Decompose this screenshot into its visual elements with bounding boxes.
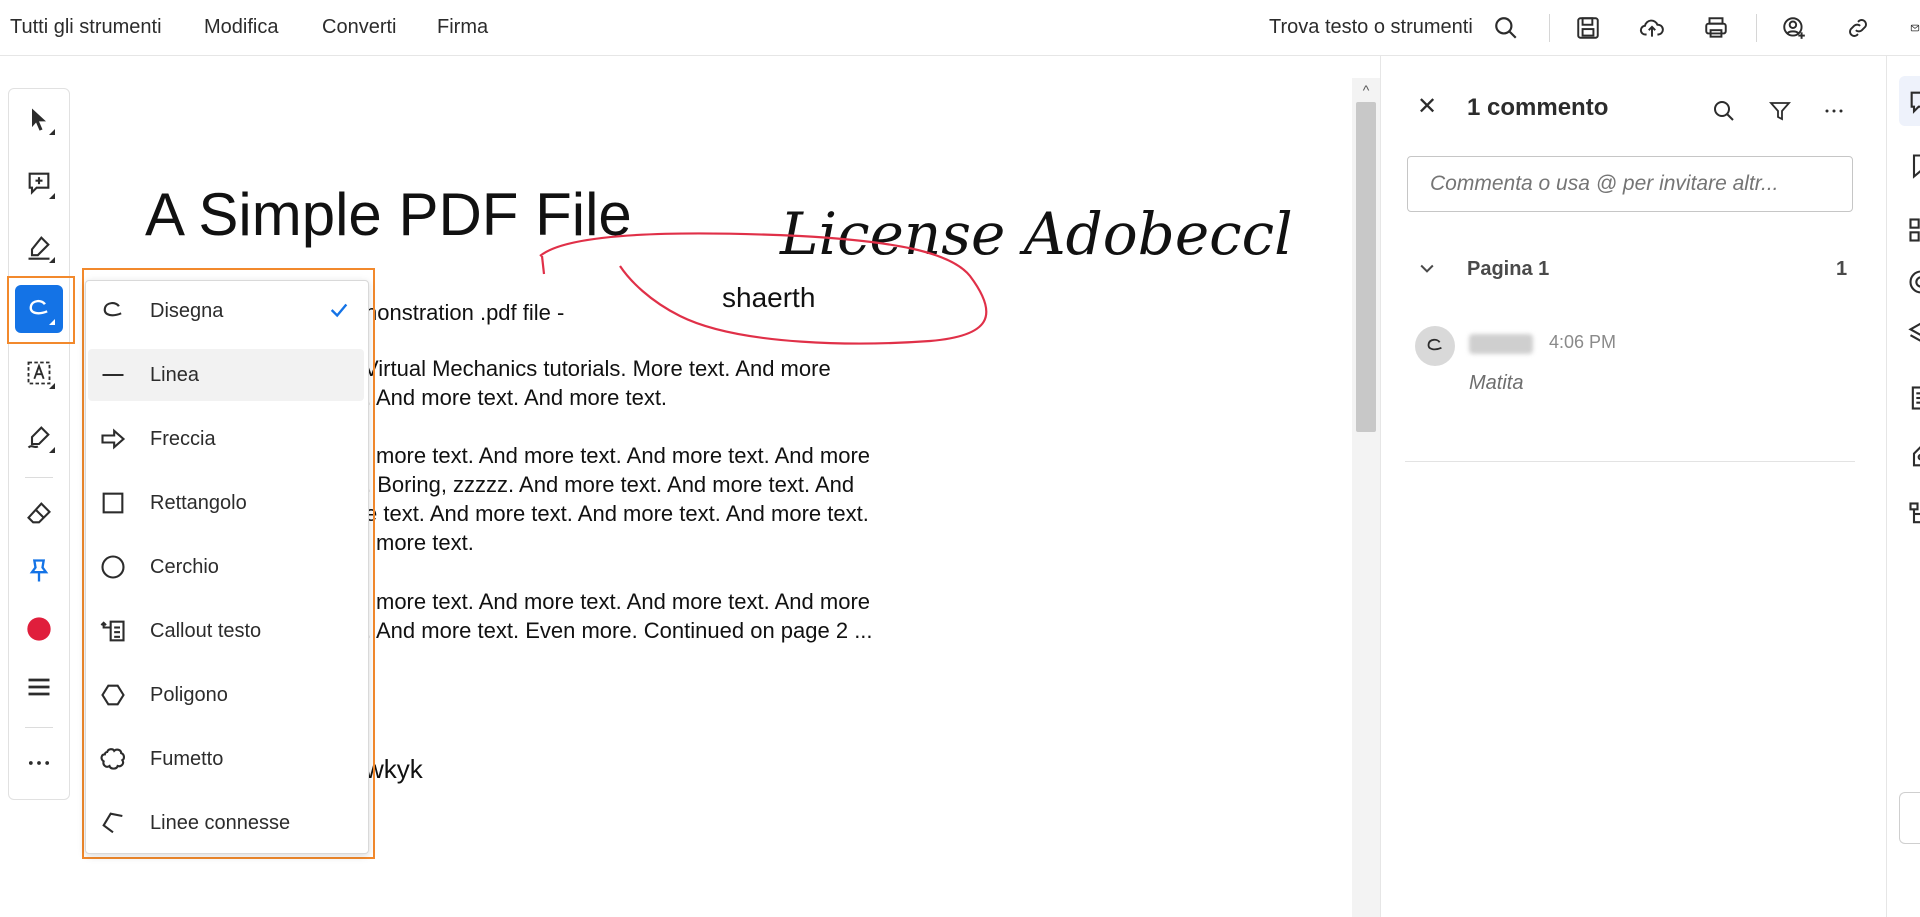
more-horizontal-icon[interactable]	[1819, 96, 1849, 126]
polyline-icon	[98, 808, 128, 838]
menu-item-circle[interactable]: Cerchio	[88, 541, 364, 593]
thumbnails-icon[interactable]	[1907, 216, 1920, 244]
line-weight-icon	[28, 678, 50, 696]
scrollbar-thumb[interactable]	[1356, 102, 1376, 432]
menu-item-rectangle[interactable]: Rettangolo	[88, 477, 364, 529]
menu-item-text-callout[interactable]: Callout testo	[88, 605, 364, 657]
toolbar-divider	[1549, 14, 1550, 42]
eraser-tool-button[interactable]	[15, 489, 63, 537]
line-weight-button[interactable]	[15, 663, 63, 711]
sign-tool-button[interactable]	[15, 413, 63, 461]
comment-timestamp: 4:06 PM	[1549, 332, 1617, 352]
document-text-line: l more text. And more text. And more tex…	[365, 589, 871, 614]
line-icon	[98, 360, 128, 390]
close-icon[interactable]: ✕	[1417, 92, 1437, 121]
freehand-draw-icon	[98, 296, 128, 326]
bookmark-icon[interactable]	[1907, 152, 1920, 180]
more-tools-button[interactable]	[15, 739, 63, 787]
text-callout-icon	[98, 616, 128, 646]
attachment-icon[interactable]	[1907, 442, 1920, 470]
select-tool-button[interactable]	[15, 95, 63, 143]
document-text-line: l more text.	[365, 530, 474, 555]
comments-panel: ✕ 1 commento Pagina 1 1 4:06 PM Matita	[1380, 56, 1886, 917]
layers-icon[interactable]	[1907, 268, 1920, 296]
menu-item-polygon[interactable]: Poligono	[88, 669, 364, 721]
polygon-icon	[98, 680, 128, 710]
tags-tree-icon[interactable]	[1907, 500, 1920, 528]
annotation-text: shaerth	[722, 282, 816, 313]
menu-sign[interactable]: Firma	[437, 16, 488, 39]
menu-all-tools[interactable]: Tutti gli strumenti	[10, 16, 162, 39]
stack-icon[interactable]	[1907, 320, 1920, 348]
save-icon[interactable]	[1572, 12, 1604, 44]
freehand-draw-icon	[1427, 338, 1442, 351]
active-tool-highlight	[7, 276, 75, 344]
right-tool-rail	[1886, 56, 1920, 917]
scroll-up-arrow-icon[interactable]: ^	[1356, 80, 1376, 100]
rectangle-icon	[98, 488, 128, 518]
checkmark-icon	[330, 303, 348, 318]
document-text-line: . And more text. And more text.	[365, 385, 668, 410]
email-icon[interactable]	[1900, 12, 1920, 44]
menu-item-cloud[interactable]: Fumetto	[88, 733, 364, 785]
document-text-line: . Boring, zzzzz. And more text. And more…	[365, 472, 855, 497]
menu-item-connected-lines[interactable]: Linee connesse	[88, 797, 364, 849]
text-box-tool-button[interactable]	[15, 349, 63, 397]
cloud-icon	[98, 744, 128, 774]
arrow-icon	[98, 424, 128, 454]
comment-divider	[1405, 461, 1855, 462]
top-menu-bar: Tutti gli strumenti Modifica Converti Fi…	[0, 0, 1920, 56]
search-icon[interactable]	[1709, 96, 1739, 126]
more-horizontal-icon	[28, 761, 50, 765]
filter-icon[interactable]	[1765, 96, 1795, 126]
document-text-line: . And more text. Even more. Continued on…	[365, 618, 873, 643]
find-text-tools-label[interactable]: Trova testo o strumenti	[1269, 16, 1473, 39]
share-user-icon[interactable]	[1778, 12, 1810, 44]
tool-divider	[25, 477, 53, 478]
menu-item-draw[interactable]: Disegna	[88, 285, 364, 337]
avatar	[1415, 326, 1455, 366]
comment-input[interactable]	[1407, 156, 1853, 212]
add-comment-button[interactable]	[15, 159, 63, 207]
comments-title: 1 commento	[1467, 94, 1609, 121]
menu-edit[interactable]: Modifica	[204, 16, 278, 39]
highlight-tool-button[interactable]	[15, 223, 63, 271]
page-comment-count: 1	[1836, 258, 1848, 280]
left-tool-rail	[8, 88, 70, 800]
print-icon[interactable]	[1700, 12, 1732, 44]
eraser-icon	[27, 502, 51, 524]
menu-item-arrow[interactable]: Freccia	[88, 413, 364, 465]
tool-divider	[25, 727, 53, 728]
link-icon[interactable]	[1842, 12, 1874, 44]
pin-tool-button[interactable]	[15, 547, 63, 595]
document-text-line: l more text. And more text. And more tex…	[365, 443, 871, 468]
page-group-label[interactable]: Pagina 1	[1467, 258, 1549, 281]
circle-icon	[98, 552, 128, 582]
draw-tool-menu: Disegna Linea Freccia Rettangolo Cerchio…	[85, 280, 369, 854]
chevron-down-icon[interactable]	[1417, 258, 1437, 278]
document-icon[interactable]	[1907, 384, 1920, 412]
menu-item-line[interactable]: Linea	[88, 349, 364, 401]
document-text-line: Virtual Mechanics tutorials. More text. …	[364, 356, 831, 381]
page-number-box[interactable]	[1899, 792, 1920, 844]
color-swatch-icon	[27, 617, 51, 641]
comment-icon[interactable]	[1907, 88, 1920, 116]
document-text-line: nonstration .pdf file -	[365, 300, 565, 325]
pin-icon	[29, 559, 49, 582]
menu-convert[interactable]: Converti	[322, 16, 396, 39]
color-picker-button[interactable]	[15, 605, 63, 653]
comment-type[interactable]: Matita	[1469, 372, 1523, 395]
document-text-line: e text. And more text. And more text. An…	[365, 501, 869, 526]
author-name-redacted	[1469, 334, 1533, 354]
cloud-upload-icon[interactable]	[1636, 12, 1668, 44]
toolbar-divider	[1756, 14, 1757, 42]
search-icon[interactable]	[1490, 12, 1522, 44]
